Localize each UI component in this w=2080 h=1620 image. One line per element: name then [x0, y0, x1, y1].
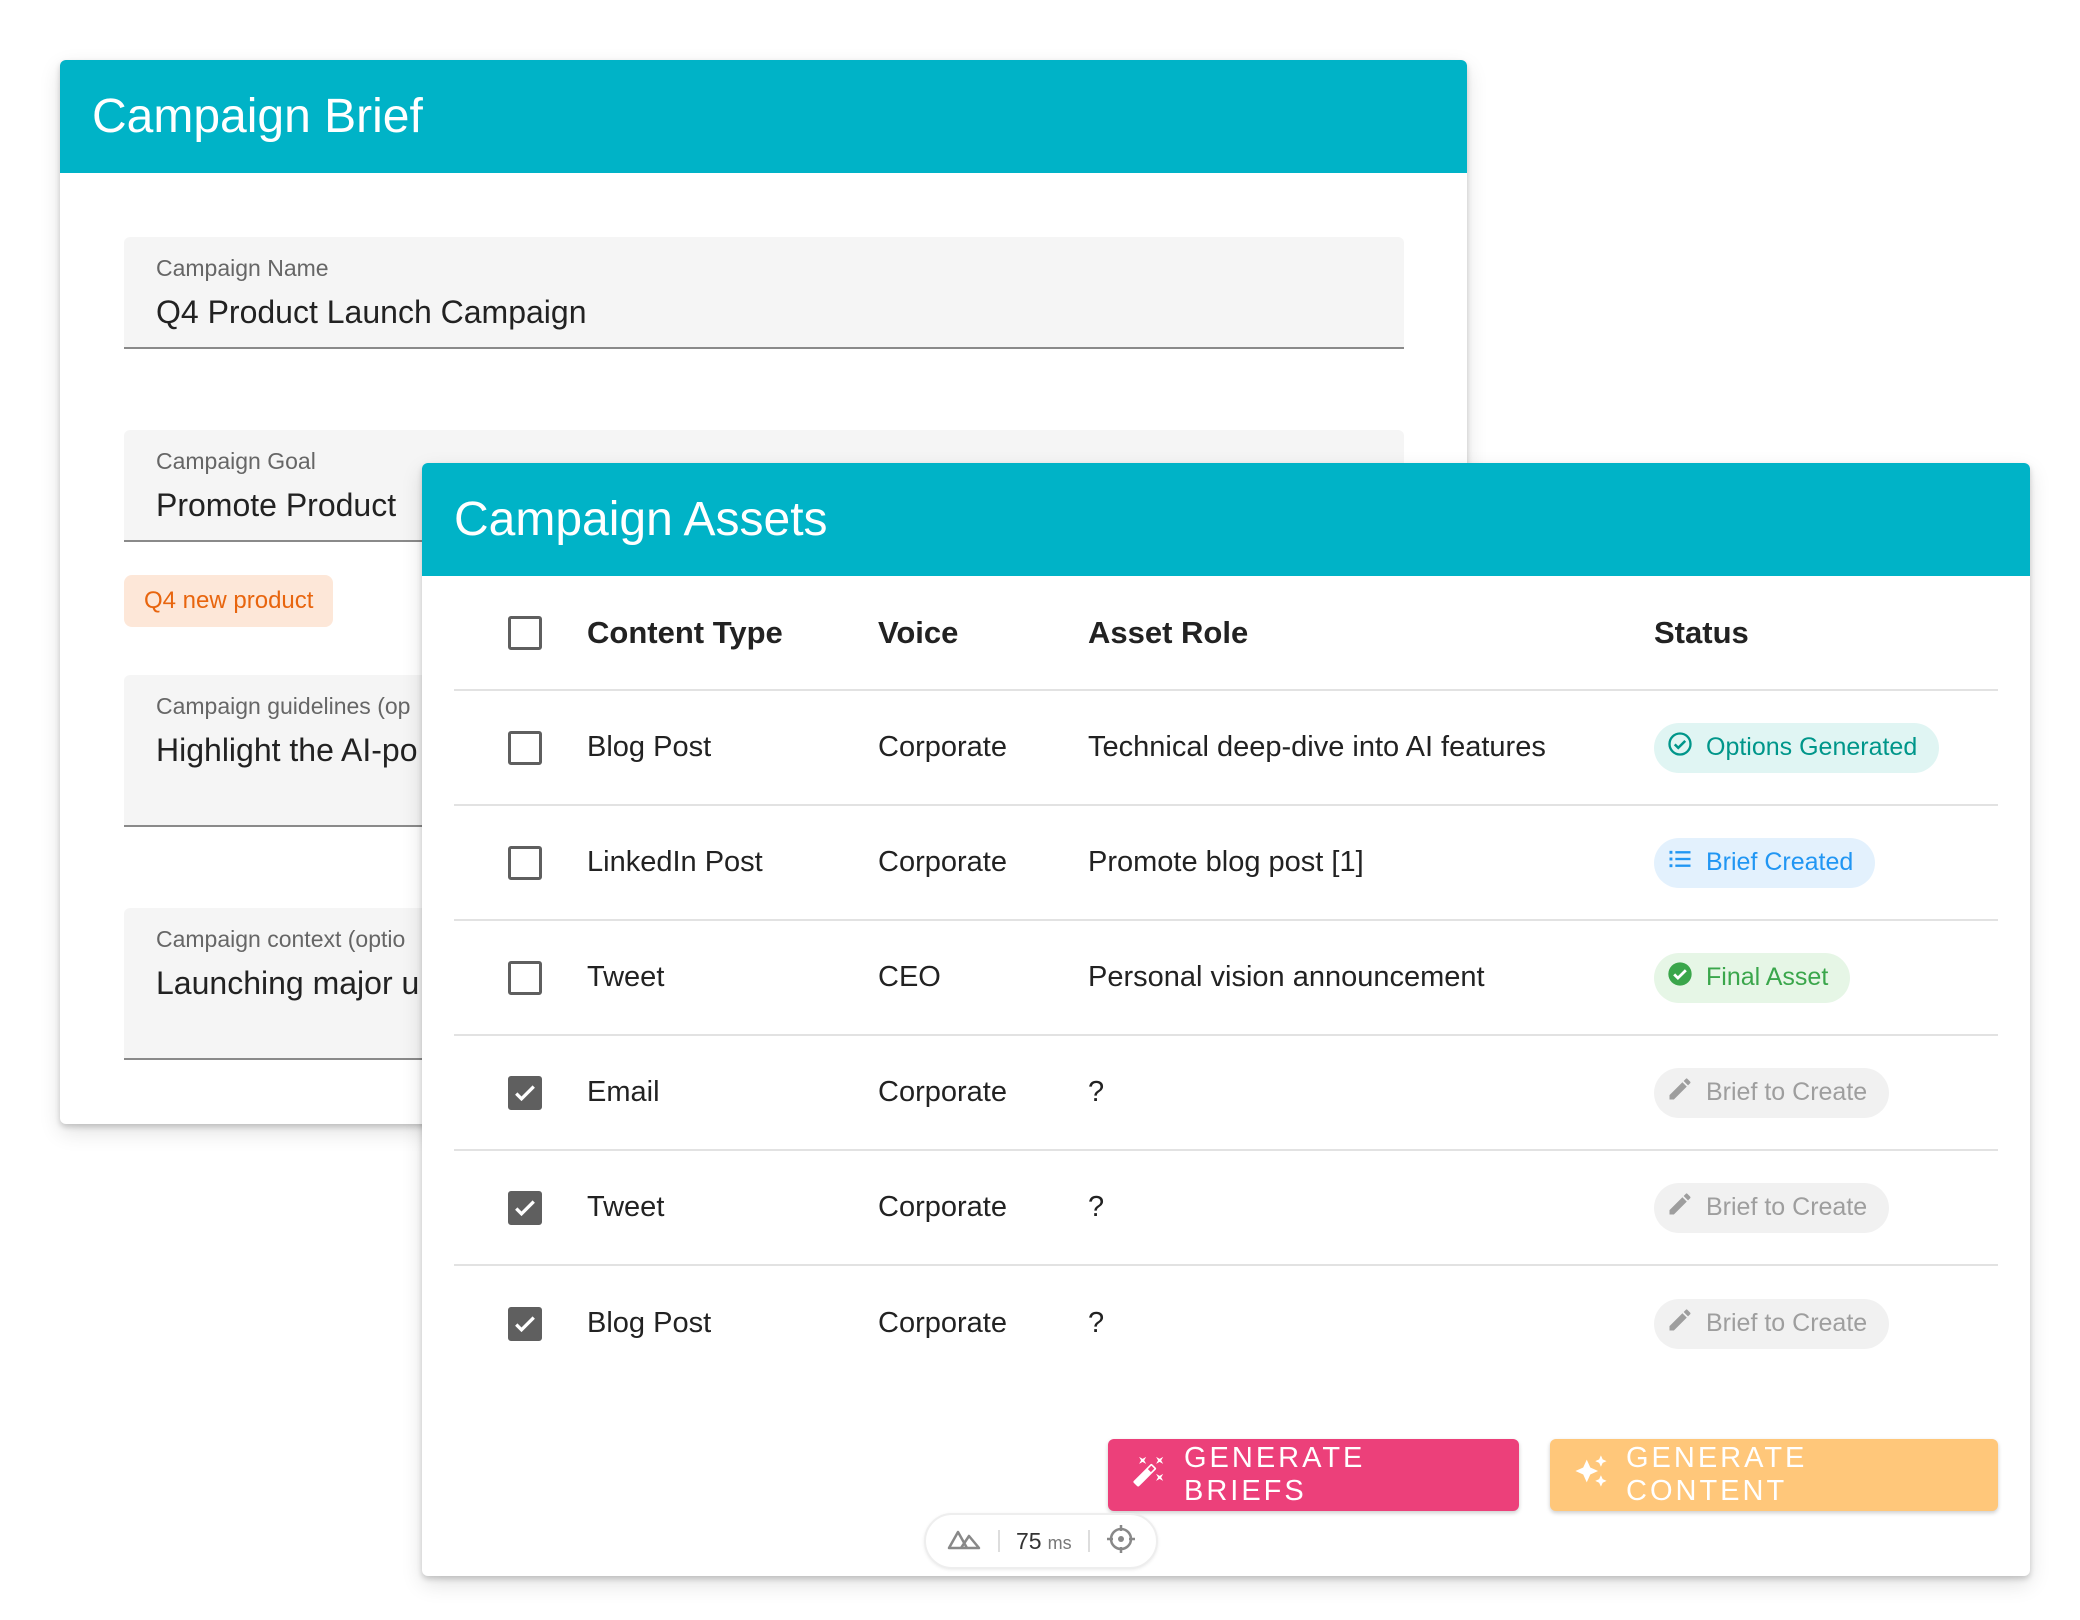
row-checkbox[interactable] — [508, 1190, 542, 1225]
campaign-name-field[interactable]: Campaign Name Q4 Product Launch Campaign — [124, 237, 1404, 349]
campaign-goal-tag[interactable]: Q4 new product — [124, 575, 334, 627]
row-checkbox[interactable] — [508, 1075, 542, 1110]
voice-cell: Corporate — [878, 1191, 1007, 1223]
assets-title: Campaign Assets — [422, 463, 2030, 576]
asset-role-cell: Promote blog post [1] — [1088, 846, 1364, 878]
perf-divider — [998, 1530, 1000, 1552]
content-type-cell: Tweet — [587, 1191, 665, 1223]
column-header-asset-role[interactable]: Asset Role — [1088, 576, 1248, 689]
status-label: Brief to Create — [1706, 1193, 1868, 1221]
brief-title: Campaign Brief — [60, 60, 1467, 173]
select-all-checkbox[interactable] — [508, 615, 542, 650]
assets-table: Content Type Voice Asset Role Status Blo… — [454, 576, 1998, 1381]
generate-content-label: GENERATE CONTENT — [1626, 1442, 1808, 1507]
status-badge[interactable]: Options Generated — [1654, 722, 1940, 773]
voice-cell: Corporate — [878, 846, 1007, 878]
campaign-name-value: Q4 Product Launch Campaign — [156, 294, 587, 330]
table-row[interactable]: Email Corporate ? Brief to Create — [454, 1036, 1998, 1151]
status-label: Brief Created — [1706, 848, 1854, 876]
perf-divider — [1087, 1530, 1090, 1552]
asset-role-cell: ? — [1088, 1076, 1105, 1108]
content-type-cell: Blog Post — [587, 1307, 712, 1339]
status-label: Options Generated — [1706, 733, 1918, 761]
row-checkbox[interactable] — [508, 1306, 542, 1341]
row-checkbox[interactable] — [508, 845, 542, 880]
generate-content-button[interactable]: GENERATE CONTENT — [1550, 1439, 1998, 1511]
generate-briefs-button[interactable]: GENERATE BRIEFS — [1108, 1439, 1519, 1511]
content-type-cell: Tweet — [587, 961, 665, 993]
column-header-voice[interactable]: Voice — [878, 576, 958, 689]
status-badge[interactable]: Brief to Create — [1654, 1298, 1890, 1349]
row-checkbox[interactable] — [508, 960, 542, 995]
crosshair-icon[interactable] — [1106, 1524, 1136, 1559]
status-badge[interactable]: Brief Created — [1654, 837, 1876, 888]
pencil-icon — [1666, 1190, 1694, 1225]
perf-indicator: 75 ms — [924, 1513, 1158, 1569]
table-header-row: Content Type Voice Asset Role Status — [454, 576, 1998, 691]
asset-role-cell: Technical deep-dive into AI features — [1088, 731, 1546, 763]
asset-role-cell: ? — [1088, 1307, 1105, 1339]
list-icon — [1666, 845, 1694, 880]
content-type-cell: LinkedIn Post — [587, 846, 763, 878]
table-row[interactable]: Tweet Corporate ? Brief to Create — [454, 1151, 1998, 1266]
pencil-icon — [1666, 1306, 1694, 1341]
status-label: Brief to Create — [1706, 1078, 1868, 1106]
voice-cell: CEO — [878, 961, 941, 993]
pencil-icon — [1666, 1075, 1694, 1110]
status-badge[interactable]: Final Asset — [1654, 952, 1851, 1003]
status-badge[interactable]: Brief to Create — [1654, 1182, 1890, 1233]
content-type-cell: Blog Post — [587, 731, 712, 763]
status-badge[interactable]: Brief to Create — [1654, 1067, 1890, 1118]
render-time: 75 ms — [1016, 1527, 1072, 1554]
column-header-status[interactable]: Status — [1654, 576, 1749, 689]
table-row[interactable]: LinkedIn Post Corporate Promote blog pos… — [454, 806, 1998, 921]
status-label: Brief to Create — [1706, 1309, 1868, 1337]
campaign-name-label: Campaign Name — [156, 255, 329, 281]
status-label: Final Asset — [1706, 963, 1829, 991]
campaign-assets-card: Campaign Assets Content Type Voice Asset… — [422, 463, 2030, 1576]
check-circle-outline-icon — [1666, 730, 1694, 765]
voice-cell: Corporate — [878, 1076, 1007, 1108]
magic-wand-icon — [1132, 1454, 1166, 1496]
sparkles-icon — [1574, 1454, 1608, 1496]
content-type-cell: Email — [587, 1076, 660, 1108]
table-row[interactable]: Tweet CEO Personal vision announcement F… — [454, 921, 1998, 1036]
voice-cell: Corporate — [878, 1307, 1007, 1339]
row-checkbox[interactable] — [508, 730, 542, 765]
column-header-content-type[interactable]: Content Type — [587, 576, 783, 689]
asset-role-cell: Personal vision announcement — [1088, 961, 1485, 993]
nuxt-logo-icon[interactable] — [946, 1527, 982, 1556]
asset-role-cell: ? — [1088, 1191, 1105, 1223]
table-row[interactable]: Blog Post Corporate Technical deep-dive … — [454, 691, 1998, 806]
table-row[interactable]: Blog Post Corporate ? Brief to Create — [454, 1266, 1998, 1381]
generate-briefs-label: GENERATE BRIEFS — [1184, 1442, 1366, 1507]
voice-cell: Corporate — [878, 731, 1007, 763]
check-circle-filled-icon — [1666, 960, 1694, 995]
